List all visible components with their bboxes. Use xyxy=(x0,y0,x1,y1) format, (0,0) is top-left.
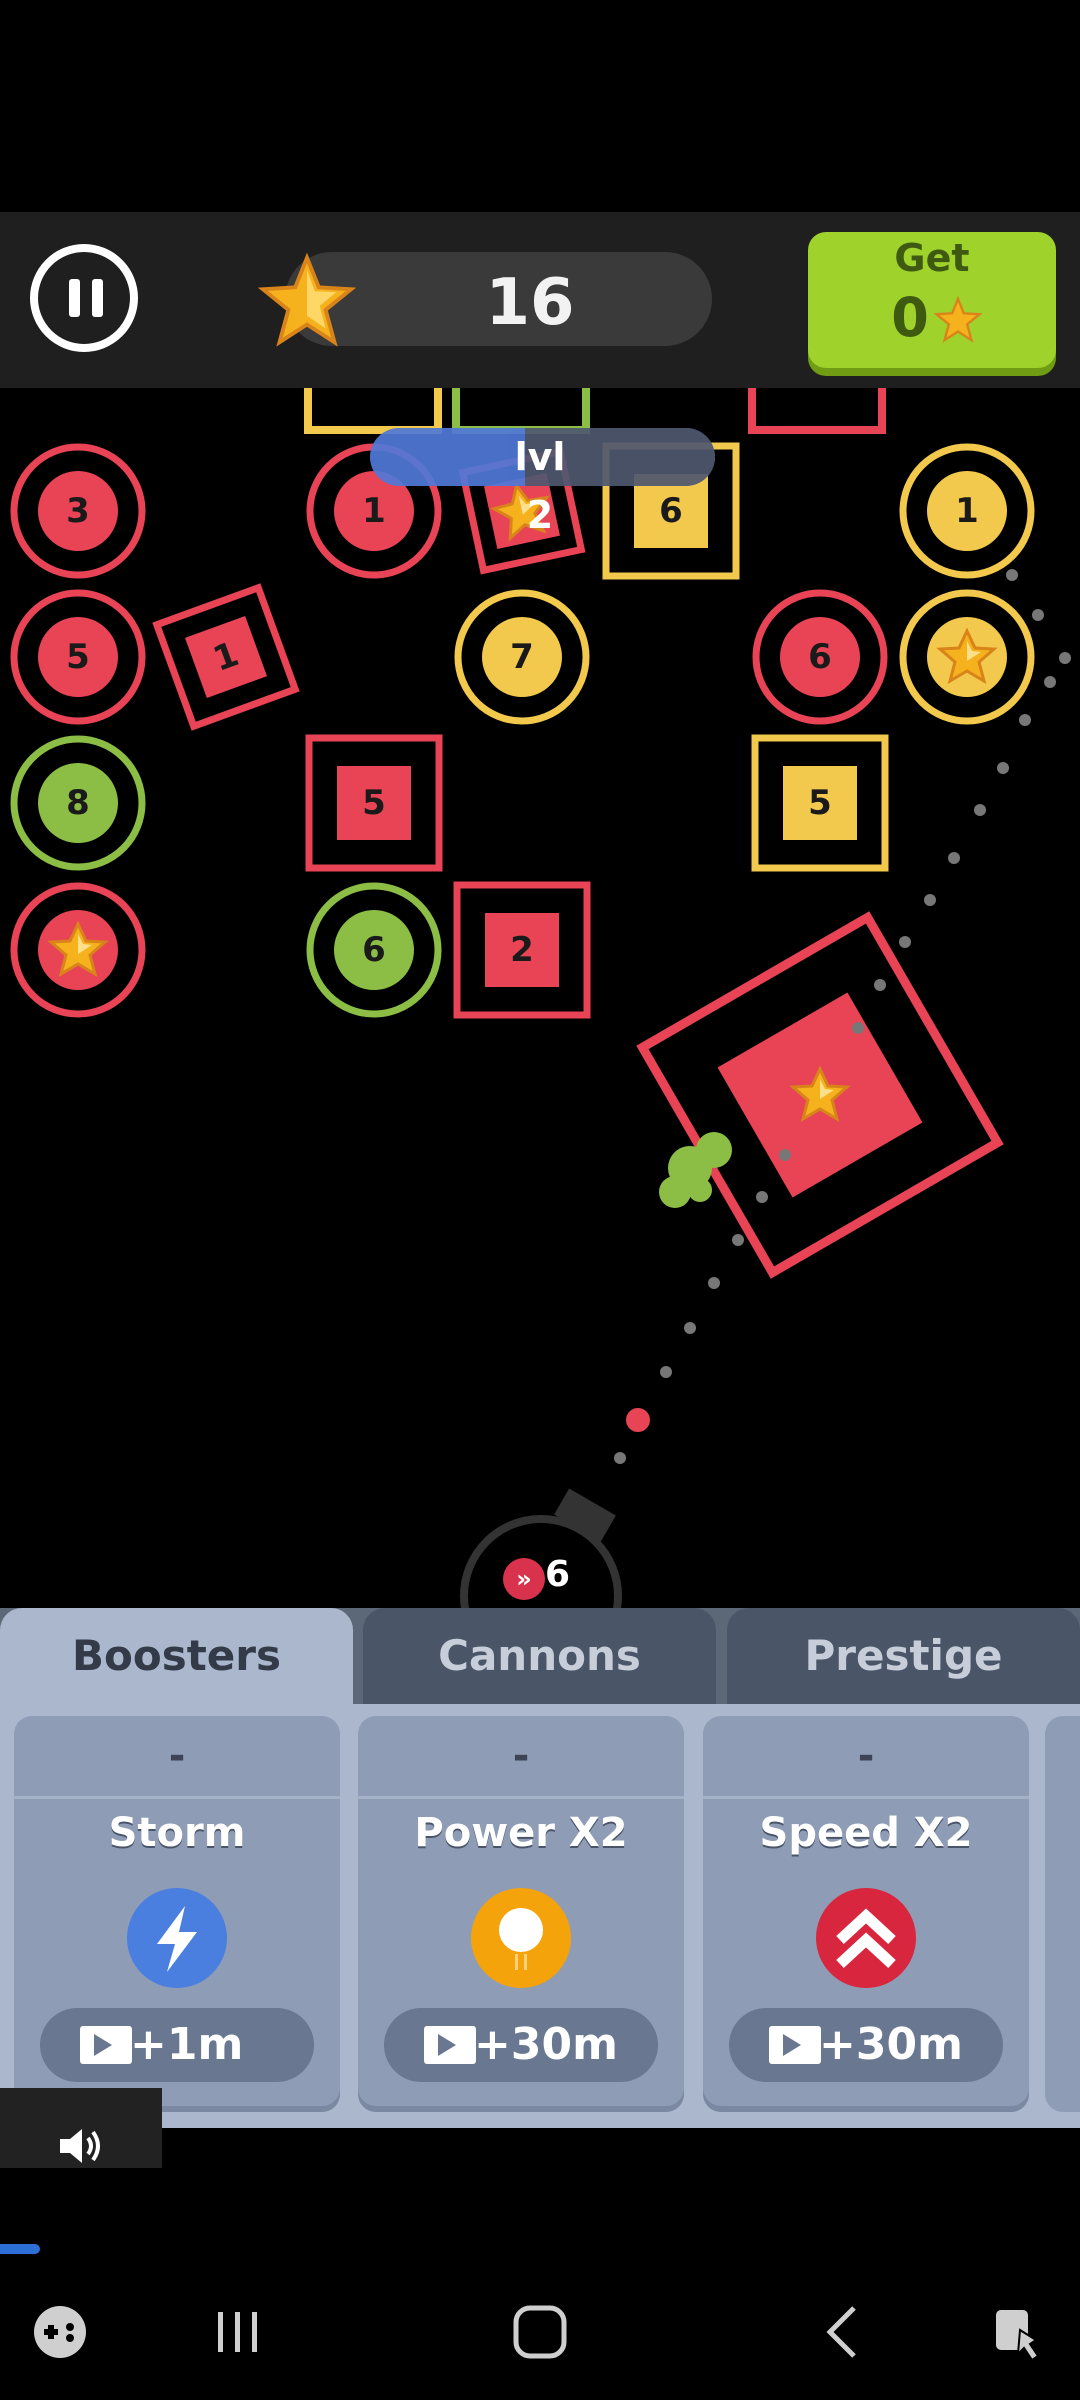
video-icon xyxy=(769,2026,821,2064)
back-icon[interactable] xyxy=(818,2300,868,2364)
brick-circle-red: 3 xyxy=(10,443,146,579)
recents-icon[interactable] xyxy=(208,2300,268,2364)
brick-label: 5 xyxy=(808,783,832,823)
speaker-icon[interactable] xyxy=(58,2126,106,2166)
screen-lock-icon[interactable] xyxy=(990,2300,1050,2364)
reward-label: +1m xyxy=(130,2019,244,2070)
brick-circle-green: 6 xyxy=(306,882,442,1018)
brick-label: 6 xyxy=(362,930,386,970)
brick-label: 2 xyxy=(510,930,534,970)
booster-card-power[interactable]: - Power X2 +30m xyxy=(358,1716,684,2112)
brick-partial xyxy=(304,388,442,434)
lightning-icon xyxy=(127,1888,227,1988)
brick-partial xyxy=(452,388,590,434)
level-label: lvl 2 xyxy=(514,435,566,537)
game-launcher-icon[interactable] xyxy=(30,2300,90,2364)
tab-cannons[interactable]: Cannons xyxy=(363,1608,716,1704)
booster-card-partial[interactable] xyxy=(1045,1716,1080,2112)
brick-square-yellow: 5 xyxy=(751,734,889,872)
brick-circle-yellow: 7 xyxy=(454,589,590,725)
booster-card-storm[interactable]: - Storm +1m xyxy=(14,1716,340,2112)
booster-name: Power X2 xyxy=(414,1810,628,1856)
watch-ad-button[interactable]: +30m xyxy=(384,2008,658,2082)
star-icon xyxy=(258,252,356,347)
booster-level: - xyxy=(703,1716,1029,1799)
reward-label: +30m xyxy=(474,2019,618,2070)
brick-circle-red: 5 xyxy=(10,589,146,725)
speed-chevron-icon: » xyxy=(503,1558,545,1600)
tab-boosters[interactable]: Boosters xyxy=(0,1608,353,1704)
brick-label: 1 xyxy=(362,491,386,531)
cannon-count: 6 xyxy=(545,1554,571,1595)
brick-square-red-rotated: 1 xyxy=(152,583,300,731)
watch-ad-button[interactable]: +30m xyxy=(729,2008,1003,2082)
brick-circle-yellow-star xyxy=(899,589,1035,725)
ball xyxy=(626,1408,650,1432)
brick-label: 6 xyxy=(659,491,683,531)
double-chevron-icon xyxy=(816,1888,916,1988)
brick-partial xyxy=(748,388,886,434)
home-icon[interactable] xyxy=(508,2300,572,2364)
booster-name: Storm xyxy=(108,1810,246,1856)
brick-label: 1 xyxy=(955,491,979,531)
brick-label: 5 xyxy=(362,783,386,823)
brick-circle-red: 6 xyxy=(752,589,888,725)
booster-card-speed[interactable]: - Speed X2 +30m xyxy=(703,1716,1029,2112)
watch-ad-button[interactable]: +1m xyxy=(40,2008,314,2082)
star-icon xyxy=(934,296,982,343)
play-field: 3 1 6 1 5 1 7 6 8 5 5 6 2 xyxy=(10,388,1071,1464)
pause-button[interactable] xyxy=(30,244,138,352)
pause-icon xyxy=(69,279,80,317)
brick-label: 3 xyxy=(66,491,90,531)
get-value: 0 xyxy=(891,286,929,349)
video-progress xyxy=(0,2244,40,2254)
video-icon xyxy=(80,2026,132,2064)
booster-name: Speed X2 xyxy=(759,1810,973,1856)
tab-prestige[interactable]: Prestige xyxy=(727,1608,1080,1704)
brick-label: 8 xyxy=(66,783,90,823)
reward-label: +30m xyxy=(819,2019,963,2070)
brick-label: 6 xyxy=(808,637,832,677)
brick-circle-green: 8 xyxy=(10,735,146,871)
star-count: 16 xyxy=(485,266,575,340)
power-ball-icon xyxy=(471,1888,571,1988)
booster-level: - xyxy=(358,1716,684,1799)
video-icon xyxy=(424,2026,476,2064)
brick-square-red-large-star xyxy=(636,911,1004,1279)
brick-circle-yellow: 1 xyxy=(899,443,1035,579)
brick-circle-red-star xyxy=(10,882,146,1018)
brick-label: 7 xyxy=(510,637,534,677)
pause-icon-bar xyxy=(92,279,103,317)
booster-level: - xyxy=(14,1716,340,1799)
brick-label: 5 xyxy=(66,637,90,677)
get-label: Get xyxy=(894,236,970,280)
brick-square-red: 5 xyxy=(305,734,443,872)
brick-square-red: 2 xyxy=(453,881,591,1019)
